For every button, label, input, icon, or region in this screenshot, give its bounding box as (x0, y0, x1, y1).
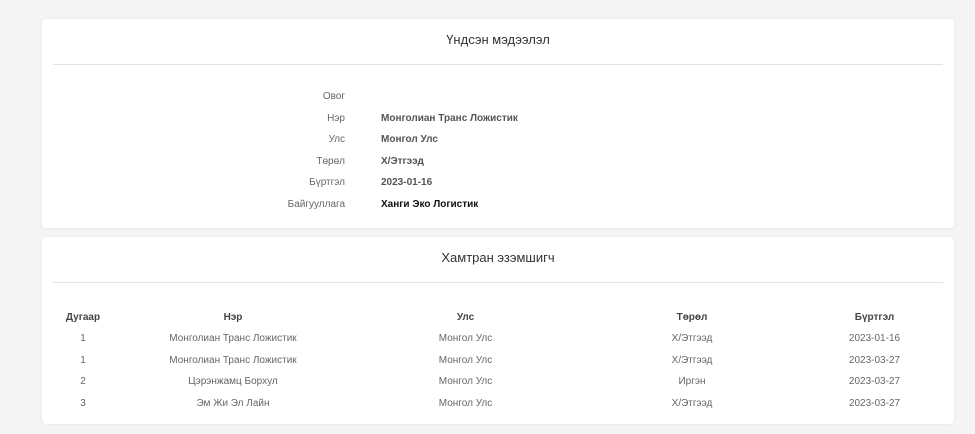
info-value-type: Х/Этгээд (381, 155, 424, 167)
info-value-organization: Ханги Эко Логистик (381, 198, 479, 210)
info-label-registration: Бүртгэл (309, 177, 345, 188)
cell-type: Х/Этгээд (671, 333, 713, 345)
table-header-row: Дугаар Нэр Улс Төрөл Бүртгэл (53, 307, 943, 328)
table-row: 3 Эм Жи Эл Лайн Монгол Улс Х/Этгээд 2023… (53, 393, 943, 415)
cell-type: Х/Этгээд (671, 397, 713, 409)
info-row-name: Нэр Монголиан Транс Ложистик (42, 112, 954, 126)
table-row: 1 Монголиан Транс Ложистик Монгол Улс Х/… (53, 350, 943, 372)
cell-name: Эм Жи Эл Лайн (196, 397, 270, 409)
info-row-type: Төрөл Х/Этгээд (42, 155, 954, 169)
header-country: Улс (456, 312, 475, 323)
info-row-country: Улс Монгол Улс (42, 133, 954, 147)
co-owners-divider (53, 282, 943, 283)
info-label-name: Нэр (327, 112, 345, 124)
co-owners-table: Дугаар Нэр Улс Төрөл Бүртгэл 1 Монголиан… (53, 307, 943, 414)
header-registration: Бүртгэл (854, 312, 895, 323)
co-owners-title: Хамтран эзэмшигч (441, 250, 555, 265)
cell-country: Монгол Улс (438, 333, 493, 345)
cell-name: Цэрэнжамц Борхул (188, 376, 278, 388)
cell-name: Монголиан Транс Ложистик (169, 333, 297, 345)
cell-number: 1 (80, 333, 86, 345)
cell-registration: 2023-01-16 (848, 333, 901, 345)
cell-number: 1 (80, 354, 86, 366)
cell-name: Монголиан Транс Ложистик (169, 354, 297, 366)
cell-registration: 2023-03-27 (848, 376, 901, 388)
basic-info-title: Үндсэн мэдээлэл (446, 32, 550, 47)
header-name: Нэр (223, 312, 243, 323)
info-value-country: Монгол Улс (381, 134, 438, 145)
table-row: 1 Монголиан Транс Ложистик Монгол Улс Х/… (53, 328, 943, 350)
info-label-type: Төрөл (316, 155, 345, 167)
co-owners-card: Хамтран эзэмшигч Дугаар Нэр Улс Төрөл Бү… (42, 237, 954, 424)
cell-type: Иргэн (678, 376, 706, 388)
cell-registration: 2023-03-27 (848, 354, 901, 366)
cell-country: Монгол Улс (438, 376, 493, 388)
info-label-country: Улс (328, 134, 345, 145)
basic-info-card: Үндсэн мэдээлэл Овог Нэр Монголиан Транс… (42, 19, 954, 228)
cell-country: Монгол Улс (438, 397, 493, 409)
info-value-registration: 2023-01-16 (381, 177, 433, 188)
info-label-surname: Овог (322, 91, 345, 102)
info-row-surname: Овог (42, 90, 954, 104)
cell-number: 3 (80, 397, 86, 409)
info-row-registration: Бүртгэл 2023-01-16 (42, 176, 954, 190)
header-number: Дугаар (65, 312, 101, 323)
basic-info-divider (53, 64, 943, 65)
table-row: 2 Цэрэнжамц Борхул Монгол Улс Иргэн 2023… (53, 371, 943, 393)
info-value-name: Монголиан Транс Ложистик (381, 112, 518, 124)
info-row-organization: Байгууллага Ханги Эко Логистик (42, 198, 954, 212)
cell-registration: 2023-03-27 (848, 397, 901, 409)
cell-country: Монгол Улс (438, 354, 493, 366)
info-label-organization: Байгууллага (287, 198, 345, 210)
cell-type: Х/Этгээд (671, 354, 713, 366)
cell-number: 2 (80, 376, 86, 388)
header-type: Төрөл (676, 312, 708, 323)
